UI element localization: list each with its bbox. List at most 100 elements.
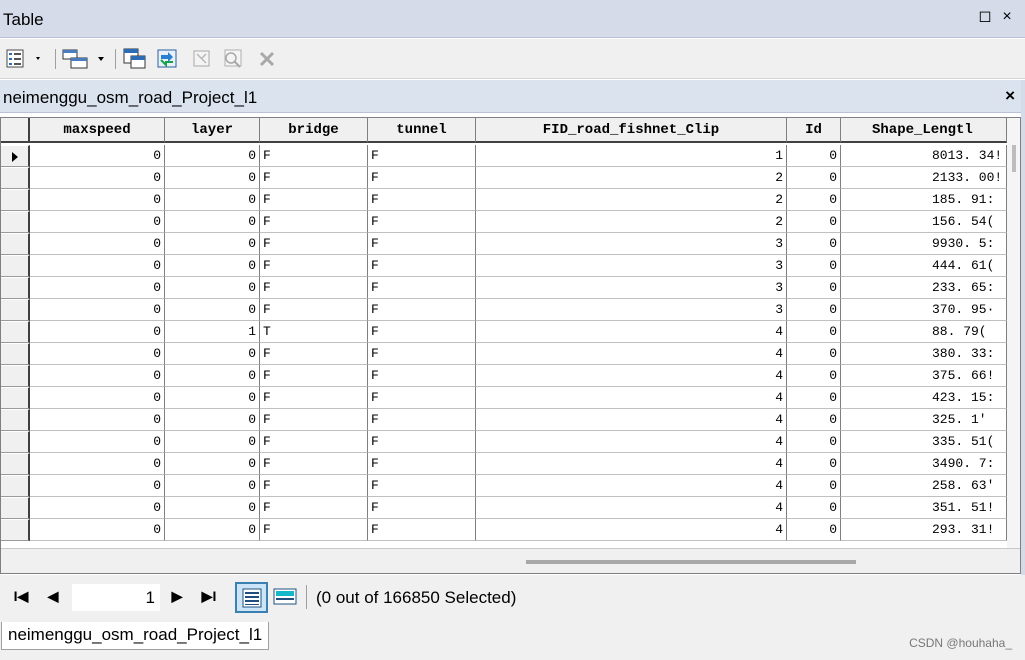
column-header-fid-road-fishnet-clip[interactable]: FID_road_fishnet_Clip (476, 118, 787, 143)
bridge-cell[interactable]: F (260, 475, 368, 497)
shape-length-cell[interactable]: 233. 65: (841, 277, 1007, 299)
fid-road-fishnet-clip-cell[interactable]: 4 (476, 453, 787, 475)
shape-length-cell[interactable]: 88. 79( (841, 321, 1007, 343)
table-bottom-tab[interactable]: neimenggu_osm_road_Project_l1 (1, 622, 270, 650)
fid-road-fishnet-clip-cell[interactable]: 4 (476, 365, 787, 387)
tunnel-cell[interactable]: F (368, 365, 476, 387)
tunnel-cell[interactable]: F (368, 497, 476, 519)
bridge-cell[interactable]: F (260, 409, 368, 431)
id-cell[interactable]: 0 (787, 431, 841, 453)
tunnel-cell[interactable]: F (368, 453, 476, 475)
layer-cell[interactable]: 1 (165, 321, 260, 343)
layer-cell[interactable]: 0 (165, 431, 260, 453)
table-row[interactable]: 0 0 F F 4 0 375. 66! (1, 365, 1007, 387)
clear-selection-button[interactable] (191, 48, 213, 70)
last-record-button[interactable]: ▶I (200, 588, 218, 605)
shape-length-cell[interactable]: 375. 66! (841, 365, 1007, 387)
shape-length-cell[interactable]: 293. 31! (841, 519, 1007, 541)
layer-cell[interactable]: 0 (165, 453, 260, 475)
tunnel-cell[interactable]: F (368, 299, 476, 321)
row-selector[interactable] (1, 519, 30, 541)
maxspeed-cell[interactable]: 0 (30, 167, 165, 189)
id-cell[interactable]: 0 (787, 321, 841, 343)
column-header-id[interactable]: Id (787, 118, 841, 143)
fid-road-fishnet-clip-cell[interactable]: 2 (476, 167, 787, 189)
maxspeed-cell[interactable]: 0 (30, 431, 165, 453)
maxspeed-cell[interactable]: 0 (30, 255, 165, 277)
fid-road-fishnet-clip-cell[interactable]: 4 (476, 497, 787, 519)
id-cell[interactable]: 0 (787, 189, 841, 211)
column-header-tunnel[interactable]: tunnel (368, 118, 476, 143)
next-record-button[interactable]: ▶ (168, 588, 186, 605)
id-cell[interactable]: 0 (787, 211, 841, 233)
shape-length-cell[interactable]: 380. 33: (841, 343, 1007, 365)
table-row[interactable]: 0 0 F F 3 0 370. 95· (1, 299, 1007, 321)
close-window-button[interactable]: × (998, 8, 1016, 26)
layer-cell[interactable]: 0 (165, 233, 260, 255)
maxspeed-cell[interactable]: 0 (30, 277, 165, 299)
row-selector-header[interactable] (1, 118, 30, 143)
id-cell[interactable]: 0 (787, 409, 841, 431)
fid-road-fishnet-clip-cell[interactable]: 1 (476, 145, 787, 167)
bridge-cell[interactable]: F (260, 299, 368, 321)
shape-length-cell[interactable]: 444. 61( (841, 255, 1007, 277)
table-row[interactable]: 0 0 F F 4 0 325. 1' (1, 409, 1007, 431)
row-selector[interactable] (1, 365, 30, 387)
row-selector[interactable] (1, 497, 30, 519)
fid-road-fishnet-clip-cell[interactable]: 4 (476, 321, 787, 343)
shape-length-cell[interactable]: 9930. 5: (841, 233, 1007, 255)
tunnel-cell[interactable]: F (368, 475, 476, 497)
layer-cell[interactable]: 0 (165, 497, 260, 519)
layer-cell[interactable]: 0 (165, 277, 260, 299)
horizontal-scrollbar[interactable] (1, 548, 1020, 573)
layer-cell[interactable]: 0 (165, 409, 260, 431)
row-selector[interactable] (1, 409, 30, 431)
tunnel-cell[interactable]: F (368, 167, 476, 189)
bridge-cell[interactable]: F (260, 431, 368, 453)
fid-road-fishnet-clip-cell[interactable]: 4 (476, 431, 787, 453)
select-by-attributes-button[interactable] (122, 48, 148, 70)
fid-road-fishnet-clip-cell[interactable]: 4 (476, 409, 787, 431)
maxspeed-cell[interactable]: 0 (30, 145, 165, 167)
shape-length-cell[interactable]: 8013. 34! (841, 145, 1007, 167)
bridge-cell[interactable]: F (260, 453, 368, 475)
shape-length-cell[interactable]: 351. 51! (841, 497, 1007, 519)
bridge-cell[interactable]: F (260, 167, 368, 189)
layer-cell[interactable]: 0 (165, 299, 260, 321)
table-row[interactable]: 0 0 F F 3 0 444. 61( (1, 255, 1007, 277)
tunnel-cell[interactable]: F (368, 431, 476, 453)
maxspeed-cell[interactable]: 0 (30, 497, 165, 519)
fid-road-fishnet-clip-cell[interactable]: 3 (476, 233, 787, 255)
table-row[interactable]: 0 1 T F 4 0 88. 79( (1, 321, 1007, 343)
id-cell[interactable]: 0 (787, 343, 841, 365)
shape-length-cell[interactable]: 325. 1' (841, 409, 1007, 431)
bridge-cell[interactable]: F (260, 233, 368, 255)
layer-cell[interactable]: 0 (165, 387, 260, 409)
fid-road-fishnet-clip-cell[interactable]: 3 (476, 277, 787, 299)
id-cell[interactable]: 0 (787, 277, 841, 299)
bridge-cell[interactable]: F (260, 145, 368, 167)
fid-road-fishnet-clip-cell[interactable]: 3 (476, 299, 787, 321)
row-selector[interactable] (1, 189, 30, 211)
maxspeed-cell[interactable]: 0 (30, 189, 165, 211)
horizontal-scroll-thumb[interactable] (526, 560, 856, 564)
maxspeed-cell[interactable]: 0 (30, 475, 165, 497)
column-header-layer[interactable]: layer (165, 118, 260, 143)
table-row[interactable]: 0 0 F F 4 0 351. 51! (1, 497, 1007, 519)
row-selector[interactable] (1, 167, 30, 189)
layer-cell[interactable]: 0 (165, 365, 260, 387)
table-row[interactable]: 0 0 F F 3 0 9930. 5: (1, 233, 1007, 255)
row-selector[interactable] (1, 233, 30, 255)
shape-length-cell[interactable]: 156. 54( (841, 211, 1007, 233)
tunnel-cell[interactable]: F (368, 343, 476, 365)
tunnel-cell[interactable]: F (368, 387, 476, 409)
bridge-cell[interactable]: F (260, 387, 368, 409)
fid-road-fishnet-clip-cell[interactable]: 4 (476, 387, 787, 409)
maxspeed-cell[interactable]: 0 (30, 387, 165, 409)
bridge-cell[interactable]: F (260, 189, 368, 211)
vertical-scroll-thumb[interactable] (1012, 145, 1016, 172)
table-row[interactable]: 0 0 F F 2 0 156. 54( (1, 211, 1007, 233)
bridge-cell[interactable]: F (260, 255, 368, 277)
fid-road-fishnet-clip-cell[interactable]: 4 (476, 519, 787, 541)
row-selector[interactable] (1, 431, 30, 453)
